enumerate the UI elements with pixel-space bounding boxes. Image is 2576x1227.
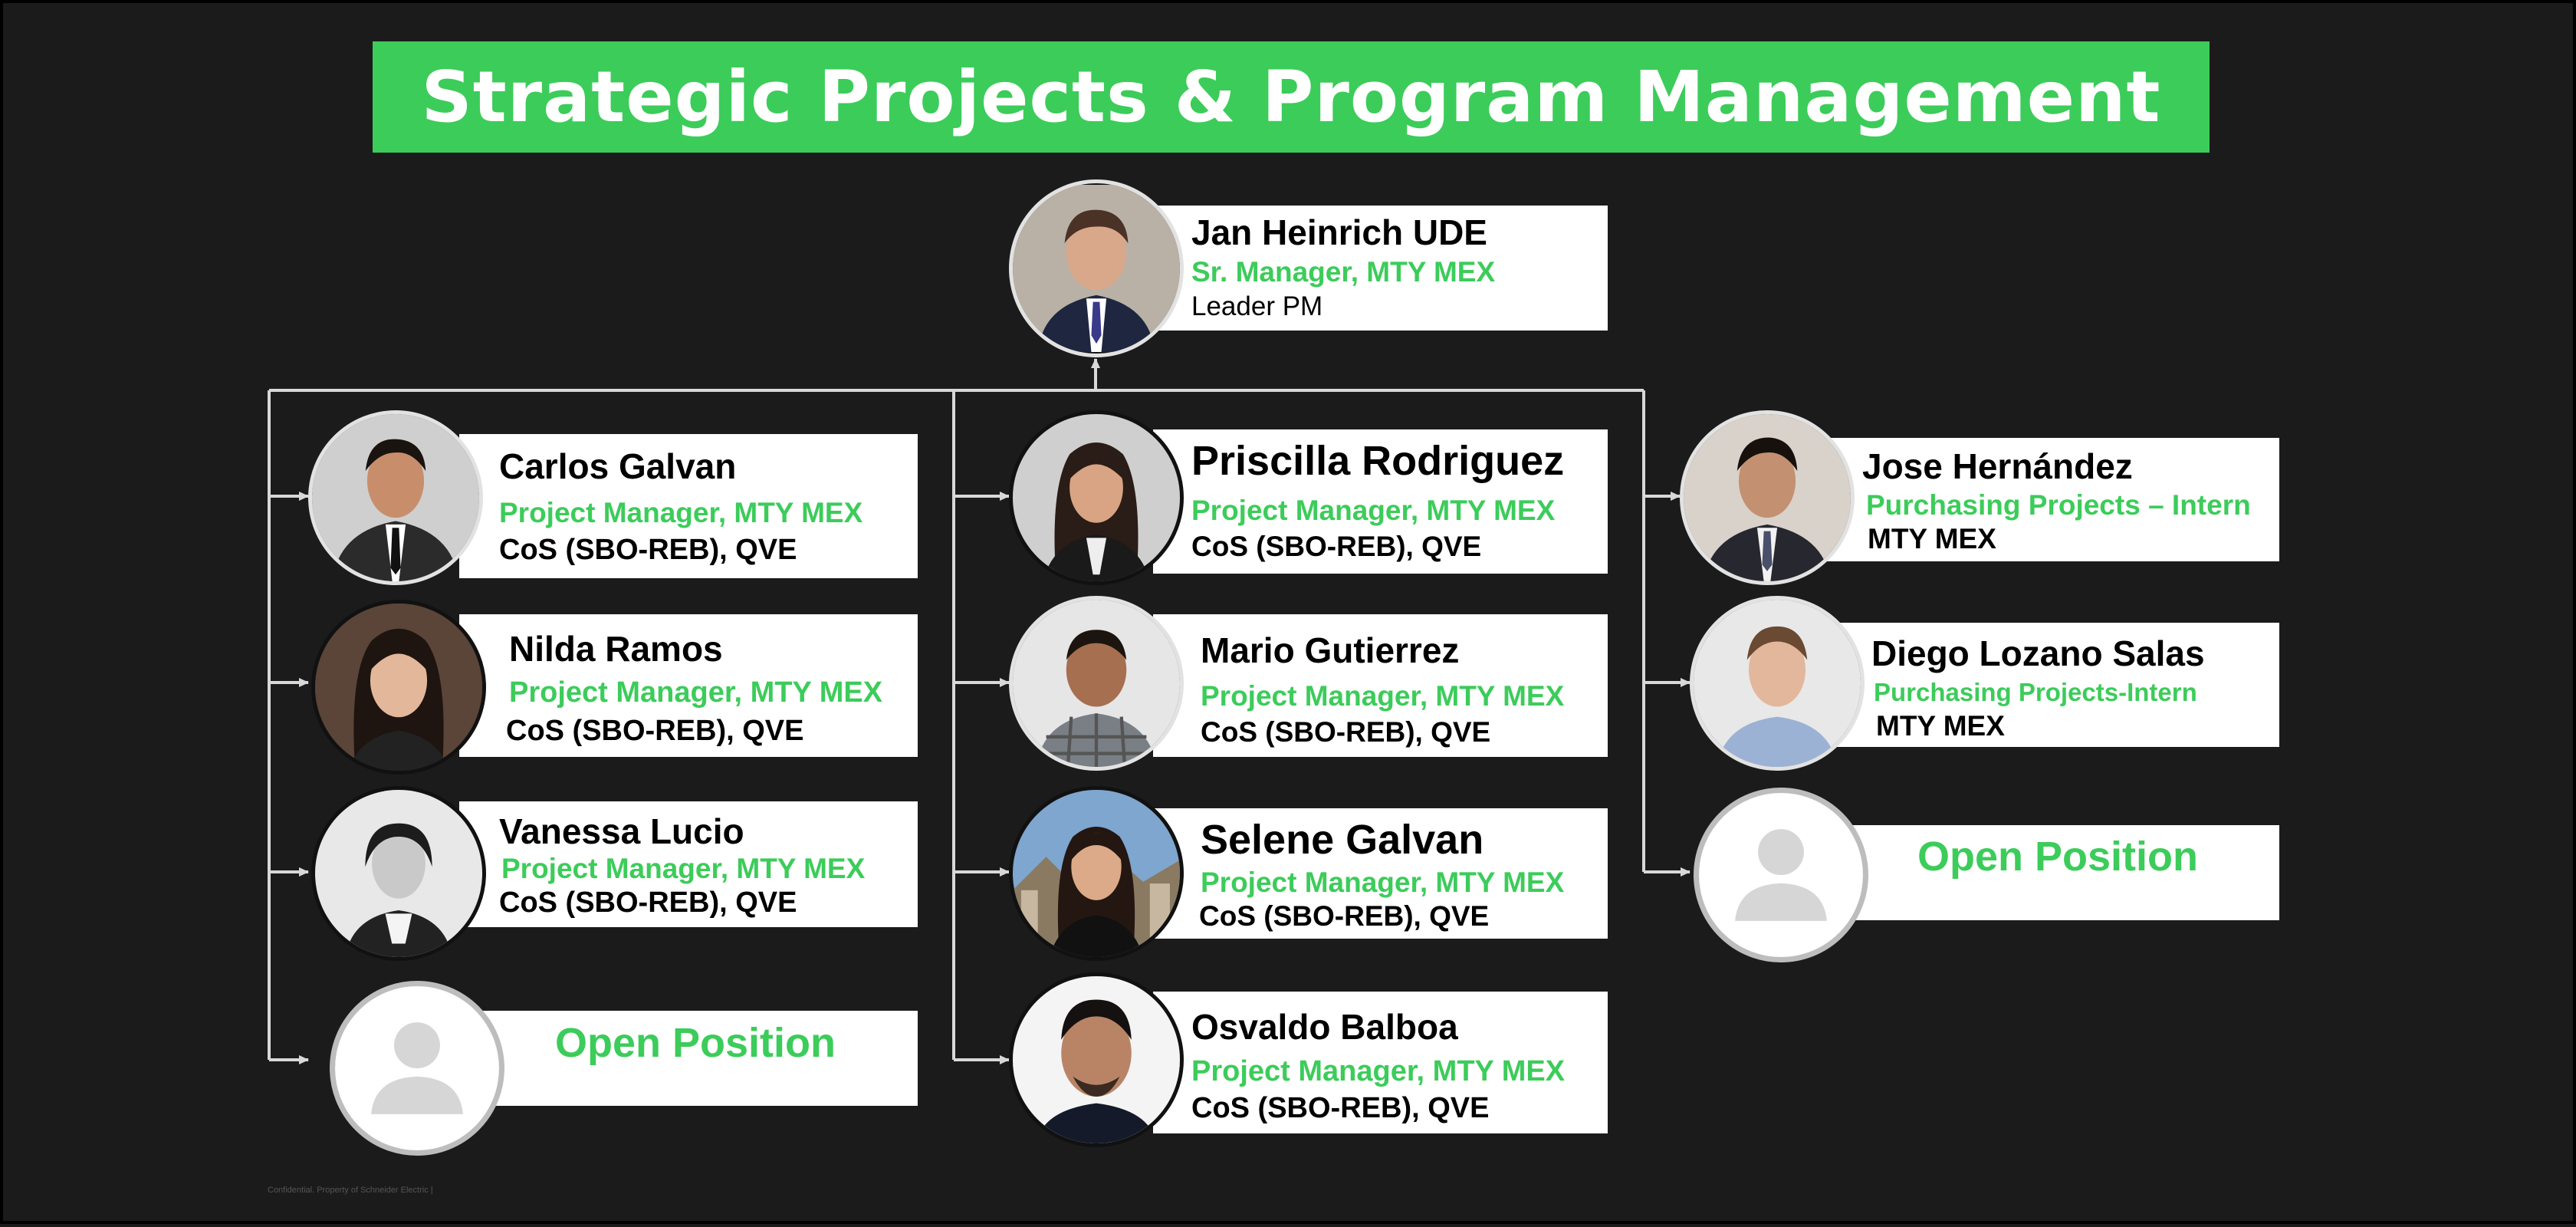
name-vanessa: Vanessa Lucio: [499, 811, 744, 851]
man-white-background-icon: [1013, 976, 1180, 1143]
photo-vanessa: [311, 786, 486, 961]
business-man-blue-tie-icon: [1013, 185, 1180, 352]
woman-grayscale-icon: [315, 790, 482, 957]
org-nilda: CoS (SBO-REB), QVE: [506, 715, 804, 747]
org-jose: MTY MEX: [1868, 523, 1996, 554]
photo-open-col1: [330, 981, 504, 1156]
woman-dark-hair-icon: [315, 604, 482, 771]
young-man-light-shirt-icon: [1694, 600, 1861, 767]
leader-photo: [1009, 179, 1184, 357]
name-priscilla: Priscilla Rodriguez: [1191, 438, 1565, 484]
name-selene: Selene Galvan: [1201, 817, 1484, 863]
name-osvaldo: Osvaldo Balboa: [1191, 1007, 1458, 1047]
role-osvaldo: Project Manager, MTY MEX: [1191, 1055, 1566, 1087]
role-priscilla: Project Manager, MTY MEX: [1191, 495, 1556, 526]
org-diego: MTY MEX: [1876, 710, 2005, 742]
man-plaid-shirt-icon: [1013, 600, 1180, 767]
name-carlos: Carlos Galvan: [499, 446, 737, 486]
photo-osvaldo: [1009, 972, 1184, 1147]
leader-org: Leader PM: [1191, 291, 1323, 321]
name-mario: Mario Gutierrez: [1201, 630, 1460, 670]
photo-mario: [1009, 596, 1184, 771]
woman-city-background-icon: [1013, 790, 1180, 957]
photo-carlos: [308, 410, 483, 585]
photo-open-col3: [1694, 788, 1868, 962]
org-carlos: CoS (SBO-REB), QVE: [499, 534, 797, 566]
confidential-footnote: Confidential. Property of Schneider Elec…: [268, 1186, 433, 1195]
placeholder-person-icon: [1699, 793, 1863, 957]
man-suit-icon: [312, 414, 479, 581]
role-vanessa: Project Manager, MTY MEX: [501, 853, 866, 884]
woman-blazer-icon: [1013, 414, 1180, 581]
name-nilda: Nilda Ramos: [509, 629, 723, 669]
open-position-col3: Open Position: [1917, 834, 2199, 880]
photo-jose: [1680, 410, 1855, 585]
open-position-col1: Open Position: [555, 1020, 836, 1066]
leader-role: Sr. Manager, MTY MEX: [1191, 256, 1496, 288]
org-chart-slide: Strategic Projects & Program Management: [0, 0, 2576, 1224]
name-jose: Jose Hernández: [1862, 446, 2133, 486]
role-nilda: Project Manager, MTY MEX: [509, 676, 883, 709]
role-mario: Project Manager, MTY MEX: [1201, 680, 1565, 712]
org-osvaldo: CoS (SBO-REB), QVE: [1191, 1092, 1490, 1124]
org-vanessa: CoS (SBO-REB), QVE: [499, 887, 797, 919]
role-selene: Project Manager, MTY MEX: [1201, 867, 1565, 898]
name-diego: Diego Lozano Salas: [1871, 633, 2205, 673]
photo-selene: [1009, 786, 1184, 961]
leader-name: Jan Heinrich UDE: [1191, 212, 1487, 252]
role-diego: Purchasing Projects-Intern: [1874, 678, 2197, 706]
org-mario: CoS (SBO-REB), QVE: [1201, 716, 1491, 748]
young-man-suit-icon: [1684, 414, 1851, 581]
role-carlos: Project Manager, MTY MEX: [499, 497, 863, 528]
org-selene: CoS (SBO-REB), QVE: [1199, 900, 1490, 932]
photo-nilda: [311, 600, 486, 775]
placeholder-person-icon: [335, 986, 499, 1150]
photo-priscilla: [1009, 410, 1184, 585]
photo-diego: [1690, 596, 1865, 771]
role-jose: Purchasing Projects – Intern: [1866, 489, 2251, 521]
org-priscilla: CoS (SBO-REB), QVE: [1191, 531, 1482, 562]
